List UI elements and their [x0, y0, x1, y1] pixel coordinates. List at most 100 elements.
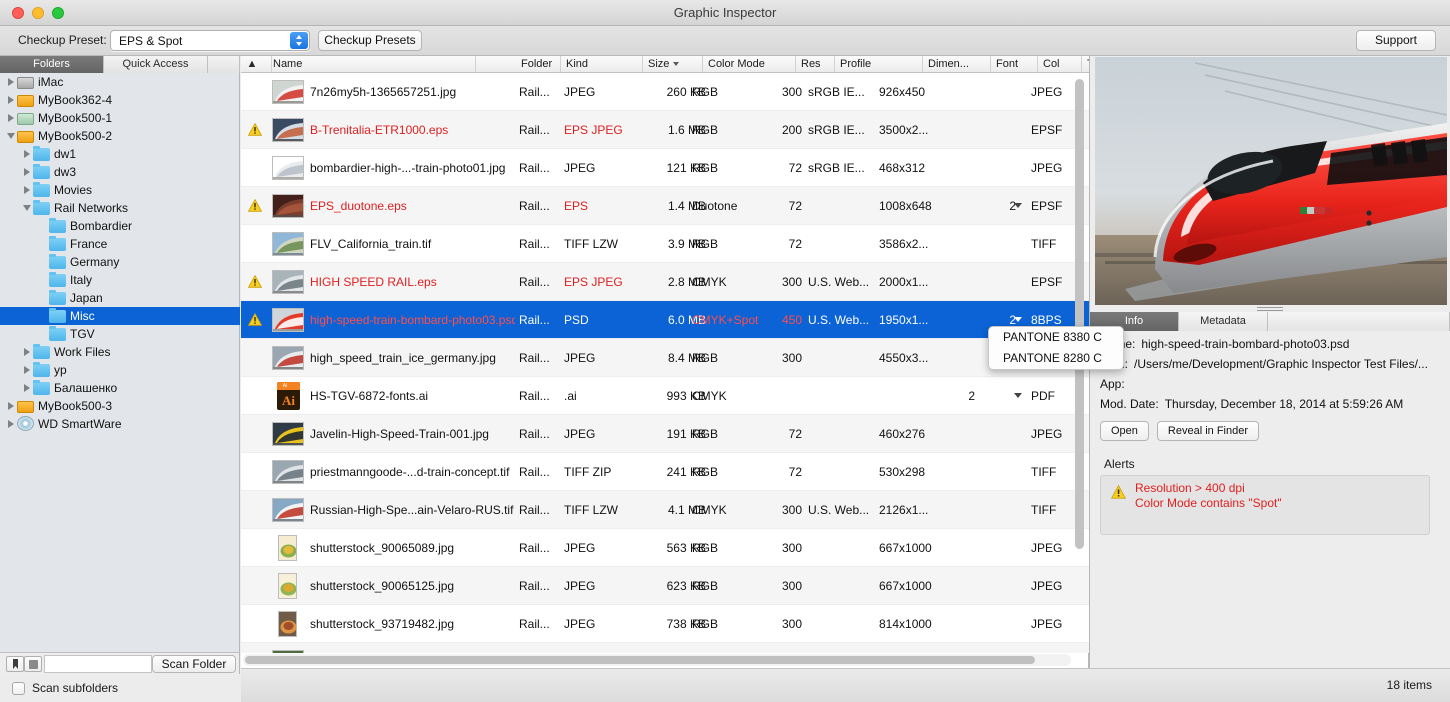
tree-item-imac[interactable]: iMac [0, 73, 240, 91]
tree-item-work-files[interactable]: Work Files [0, 343, 240, 361]
table-row[interactable]: shutterstock_90065125.jpg Rail... JPEG 623 … [241, 567, 1089, 605]
cell-kind: TIFF LZW [564, 237, 618, 251]
table-row[interactable]: Ai Ai HS-TGV-6872-fonts.ai Rail... .ai 993 KB… [241, 377, 1089, 415]
disclosure-closed-icon[interactable] [6, 415, 17, 433]
scan-subfolders-checkbox[interactable] [12, 681, 25, 695]
tree-item-bombardier[interactable]: Bombardier [0, 217, 240, 235]
table-row[interactable]: Taiwan-High-Spe...ain-0002-0001.jpg Rail.… [241, 643, 1089, 653]
scrollbar-knob-h[interactable] [245, 656, 1035, 664]
disclosure-closed-icon[interactable] [22, 145, 33, 163]
column-header-size[interactable]: Size [643, 56, 703, 72]
stepper-updown-icon[interactable] [290, 32, 308, 49]
disclosure-closed-icon[interactable] [22, 361, 33, 379]
tree-item-mybook500-2[interactable]: MyBook500-2 [0, 127, 240, 145]
tree-item-movies[interactable]: Movies [0, 181, 240, 199]
row-thumbnail [272, 270, 304, 294]
table-row[interactable]: Javelin-High-Speed-Train-001.jpg Rail... J… [241, 415, 1089, 453]
tree-item-tgv[interactable]: TGV [0, 325, 240, 343]
disclosure-open-icon[interactable] [6, 127, 17, 145]
disclosure-closed-icon[interactable] [22, 181, 33, 199]
column-header-profile[interactable]: Profile [835, 56, 923, 72]
column-header-col[interactable]: Col [1038, 56, 1082, 72]
tree-item-wd-smartware[interactable]: WD SmartWare [0, 415, 240, 433]
pantone-popup[interactable]: PANTONE 8380 C PANTONE 8280 C [988, 326, 1124, 370]
table-row[interactable]: HIGH SPEED RAIL.eps Rail... EPS JPEG 2.8 MB… [241, 263, 1089, 301]
cell-kind: EPS JPEG [564, 275, 623, 289]
disclosure-closed-icon[interactable] [22, 343, 33, 361]
chevron-down-icon[interactable] [1014, 203, 1022, 208]
column-header-dimen[interactable]: Dimen... [923, 56, 991, 72]
cell-profile: sRGB IE... [808, 85, 865, 99]
column-header-color[interactable]: Color Mode [703, 56, 796, 72]
table-row[interactable]: EPS_duotone.eps Rail... EPS 1.4 MB Duotone 72… [241, 187, 1089, 225]
table-row[interactable]: shutterstock_90065089.jpg Rail... JPEG 563 … [241, 529, 1089, 567]
table-horizontal-scrollbar[interactable] [243, 654, 1071, 666]
tree-item--[interactable]: Балашенко [0, 379, 240, 397]
table-row[interactable]: B-Trenitalia-ETR1000.eps Rail... EPS JPEG 1… [241, 111, 1089, 149]
tree-item-rail-networks[interactable]: Rail Networks [0, 199, 240, 217]
table-row[interactable]: shutterstock_93719482.jpg Rail... JPEG 738 … [241, 605, 1089, 643]
disclosure-closed-icon[interactable] [6, 397, 17, 415]
tree-item-mybook500-3[interactable]: MyBook500-3 [0, 397, 240, 415]
finder-icon[interactable] [24, 656, 42, 672]
table-row[interactable]: Russian-High-Spe...ain-Velaro-RUS.tif Rai… [241, 491, 1089, 529]
disclosure-open-icon[interactable] [22, 199, 33, 217]
table-row[interactable]: priestmanngoode-...d-train-concept.tif Ra… [241, 453, 1089, 491]
disclosure-closed-icon[interactable] [6, 109, 17, 127]
warning-column-icon[interactable]: ▲ [246, 58, 258, 70]
tree-item-germany[interactable]: Germany [0, 253, 240, 271]
tree-item-dw3[interactable]: dw3 [0, 163, 240, 181]
disclosure-closed-icon[interactable] [6, 91, 17, 109]
disclosure-closed-icon[interactable] [22, 163, 33, 181]
chevron-down-icon[interactable] [1014, 393, 1022, 398]
tree-item-label: dw3 [54, 165, 77, 179]
sidebar-tab-quick-access[interactable]: Quick Access [104, 56, 208, 73]
cell-folder: Rail... [519, 237, 550, 251]
disclosure-closed-icon[interactable] [22, 379, 33, 397]
tree-item-misc[interactable]: Misc [0, 307, 240, 325]
tree-item-france[interactable]: France [0, 235, 240, 253]
table-body[interactable]: 7n26my5h-1365657251.jpg Rail... JPEG 260 KB… [241, 73, 1089, 653]
scan-path-field[interactable] [44, 655, 152, 673]
open-button[interactable]: Open [1100, 421, 1149, 441]
table-row[interactable]: bombardier-high-...-train-photo01.jpg Rai… [241, 149, 1089, 187]
table-row[interactable]: high-speed-train-bombard-photo03.psd Rail… [241, 301, 1089, 339]
table-row[interactable]: FLV_California_train.tif Rail... TIFF LZW 3… [241, 225, 1089, 263]
disclosure-spacer [38, 235, 49, 253]
tree-item-yp[interactable]: yp [0, 361, 240, 379]
tree-item-label: MyBook500-1 [38, 111, 113, 125]
tree-item-italy[interactable]: Italy [0, 271, 240, 289]
sidebar-tabs: Folders Quick Access [0, 56, 240, 73]
column-header-res[interactable]: Res [796, 56, 835, 72]
reveal-in-finder-button[interactable]: Reveal in Finder [1156, 421, 1260, 441]
column-header-font[interactable]: Font [991, 56, 1038, 72]
checkup-presets-button[interactable]: Checkup Presets [318, 30, 422, 51]
pantone-item-0[interactable]: PANTONE 8380 C [989, 327, 1123, 348]
support-button[interactable]: Support [1356, 30, 1436, 51]
checkup-preset-select[interactable]: EPS & Spot [110, 30, 310, 51]
tab-metadata[interactable]: Metadata [1179, 312, 1268, 331]
scan-folder-button[interactable]: Scan Folder [152, 655, 236, 673]
cell-color-mode: RGB [692, 237, 719, 251]
folder-icon [49, 289, 66, 305]
sidebar-tab-folders[interactable]: Folders [0, 56, 104, 73]
column-header-kind[interactable]: Kind [561, 56, 643, 72]
cell-color-mode: RGB [692, 465, 719, 479]
column-header-folder[interactable]: Folder [516, 56, 561, 72]
table-row[interactable]: high_speed_train_ice_germany.jpg Rail... J… [241, 339, 1089, 377]
disclosure-closed-icon[interactable] [6, 73, 17, 91]
table-row[interactable]: 7n26my5h-1365657251.jpg Rail... JPEG 260 KB… [241, 73, 1089, 111]
chevron-down-icon[interactable] [1014, 317, 1022, 322]
tree-item-mybook362-4[interactable]: MyBook362-4 [0, 91, 240, 109]
column-header-name[interactable]: Name [268, 56, 476, 72]
table-header[interactable]: ▲ Name Folder Kind Size Color Mode Res Profile… [241, 56, 1132, 73]
tree-item-mybook500-1[interactable]: MyBook500-1 [0, 109, 240, 127]
tree-item-dw1[interactable]: dw1 [0, 145, 240, 163]
bookmark-icon[interactable] [6, 656, 24, 672]
scrollbar-knob[interactable] [1075, 79, 1084, 549]
cell-col [980, 605, 1016, 643]
cell-font [935, 529, 975, 567]
folder-tree[interactable]: iMac MyBook362-4 MyBook500-1 MyBook500-2 dw1… [0, 73, 240, 651]
pantone-item-1[interactable]: PANTONE 8280 C [989, 348, 1123, 369]
tree-item-japan[interactable]: Japan [0, 289, 240, 307]
